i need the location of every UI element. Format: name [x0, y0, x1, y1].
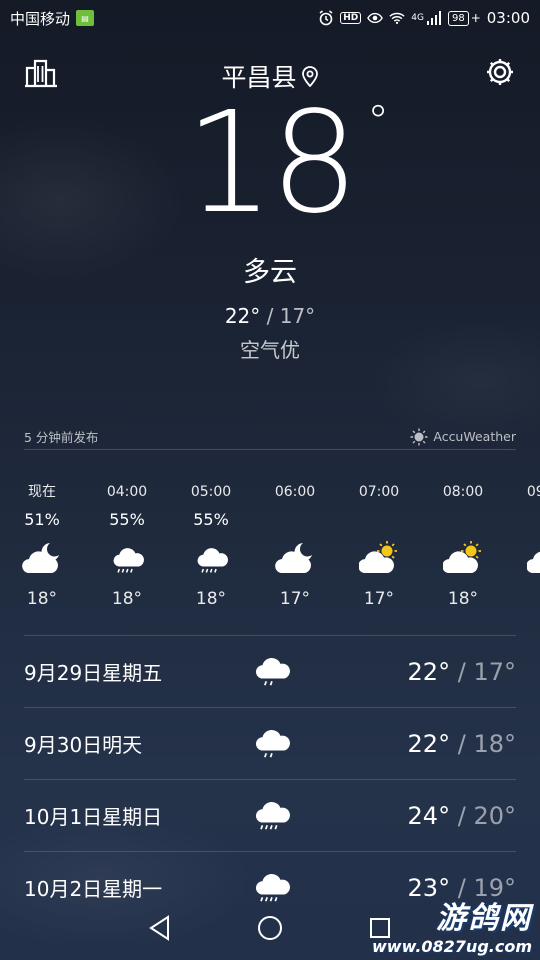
- clock: 03:00: [486, 9, 530, 27]
- hour-precip: [428, 506, 498, 534]
- day-low: 18°: [473, 729, 516, 758]
- sim-icon: ▤: [76, 10, 95, 26]
- low-temp: 17°: [279, 304, 316, 328]
- light-rain-icon: [252, 722, 290, 764]
- partly-sunny-icon: [512, 534, 540, 582]
- day-label: 9月29日星期五: [24, 661, 163, 685]
- day-temps: 22° / 18°: [408, 730, 516, 758]
- hourly-item: 现在 51% 18°: [7, 478, 77, 616]
- alarm-icon: [318, 10, 334, 26]
- hour-precip: 51%: [24, 510, 60, 529]
- hour-temp: 18°: [447, 589, 479, 609]
- wifi-icon: [389, 10, 405, 26]
- hourly-item: 05:00 55% 18°: [176, 478, 246, 616]
- carrier-label: 中国移动: [10, 9, 71, 28]
- daily-row[interactable]: 9月30日明天 22° / 18°: [24, 707, 516, 779]
- hour-temp: 17°: [279, 589, 311, 609]
- accuweather-sun-icon: [410, 428, 428, 445]
- provider-link[interactable]: AccuWeather: [410, 428, 516, 446]
- hour-precip: [260, 506, 330, 534]
- high-temp: 22°: [224, 304, 261, 328]
- status-bar: 中国移动 ▤ HD 4G 98 + 03:00: [0, 0, 540, 36]
- hour-temp: 18°: [111, 589, 143, 609]
- day-high: 24°: [407, 801, 451, 830]
- day-high: 22°: [407, 657, 451, 686]
- watermark-url: www.0827ug.com: [372, 937, 532, 956]
- hour-time: 05:00: [190, 484, 232, 500]
- day-temps: 24° / 20°: [408, 802, 516, 830]
- provider-name: AccuWeather: [433, 429, 516, 444]
- hour-temp: 1: [512, 582, 540, 616]
- home-circle-icon: [258, 916, 282, 940]
- day-low: 20°: [473, 801, 516, 830]
- hourly-forecast[interactable]: 现在 51% 18° 04:00 55% 18° 05:00 55% 18° 0…: [0, 478, 540, 628]
- partly-cloudy-night-icon: [260, 534, 330, 582]
- day-low: 17°: [473, 657, 516, 686]
- hour-time: 06:00: [274, 484, 316, 500]
- day-separator: /: [457, 657, 466, 686]
- hour-time: 07:00: [358, 484, 400, 500]
- hourly-item: 09:00 5 1: [512, 478, 540, 616]
- current-temperature: 18 °: [0, 94, 540, 234]
- publish-info: 5 分钟前发布 AccuWeather: [24, 424, 516, 450]
- partly-sunny-icon: [344, 534, 414, 582]
- home-button[interactable]: [255, 913, 285, 943]
- back-button[interactable]: [145, 913, 175, 943]
- weather-condition: 多云: [243, 257, 297, 288]
- day-temps: 22° / 17°: [408, 658, 516, 686]
- battery-level: 98: [451, 12, 465, 24]
- hour-precip: 55%: [193, 510, 229, 529]
- hd-icon: HD: [340, 12, 362, 24]
- hourly-item: 07:00 17°: [344, 478, 414, 616]
- charging-icon: +: [470, 11, 481, 25]
- daily-row[interactable]: 10月1日星期日 24° / 20°: [24, 779, 516, 851]
- back-triangle-icon: [149, 915, 169, 941]
- signal-icon: [426, 10, 442, 26]
- publish-time: 5 分钟前发布: [24, 430, 99, 445]
- light-rain-icon: [252, 650, 290, 692]
- degree-symbol: °: [367, 96, 389, 147]
- hour-time: 09:00: [526, 484, 540, 500]
- hourly-item: 06:00 17°: [260, 478, 330, 616]
- hour-temp: 17°: [363, 589, 395, 609]
- daily-forecast: 9月29日星期五 22° / 17° 9月30日明天 22° / 18° 10月…: [24, 635, 516, 923]
- temp-separator: /: [266, 304, 274, 328]
- day-separator: /: [457, 729, 466, 758]
- watermark-name: 游鸽网: [436, 901, 532, 936]
- eye-comfort-icon: [367, 10, 384, 26]
- hour-precip: [344, 506, 414, 534]
- day-separator: /: [457, 801, 466, 830]
- partly-sunny-icon: [428, 534, 498, 582]
- hour-temp: 18°: [195, 589, 227, 609]
- network-type: 4G: [411, 13, 424, 23]
- settings-button[interactable]: [484, 56, 516, 88]
- high-low-temperature: 22° / 17°: [0, 304, 540, 328]
- hourly-item: 08:00 18°: [428, 478, 498, 616]
- day-high: 22°: [407, 729, 451, 758]
- air-quality[interactable]: 空气优: [0, 334, 540, 363]
- site-watermark: 游鸽网 www.0827ug.com: [372, 893, 532, 956]
- hour-time: 08:00: [442, 484, 484, 500]
- day-label: 10月1日星期日: [24, 805, 163, 829]
- temperature-value: 18: [184, 82, 359, 245]
- gear-icon: [487, 59, 513, 85]
- battery-icon: 98: [447, 10, 469, 26]
- day-label: 9月30日明天: [24, 733, 143, 757]
- partly-cloudy-night-icon: [7, 534, 77, 582]
- hour-precip: 5: [512, 506, 540, 534]
- hour-time: 04:00: [106, 484, 148, 500]
- hourly-item: 04:00 55% 18°: [92, 478, 162, 616]
- hour-temp: 18°: [26, 589, 58, 609]
- rain-icon: [176, 534, 246, 582]
- hour-precip: 55%: [109, 510, 145, 529]
- hour-time: 现在: [28, 484, 56, 500]
- rain-icon: [252, 794, 290, 836]
- daily-row[interactable]: 9月29日星期五 22° / 17°: [24, 635, 516, 707]
- rain-icon: [92, 534, 162, 582]
